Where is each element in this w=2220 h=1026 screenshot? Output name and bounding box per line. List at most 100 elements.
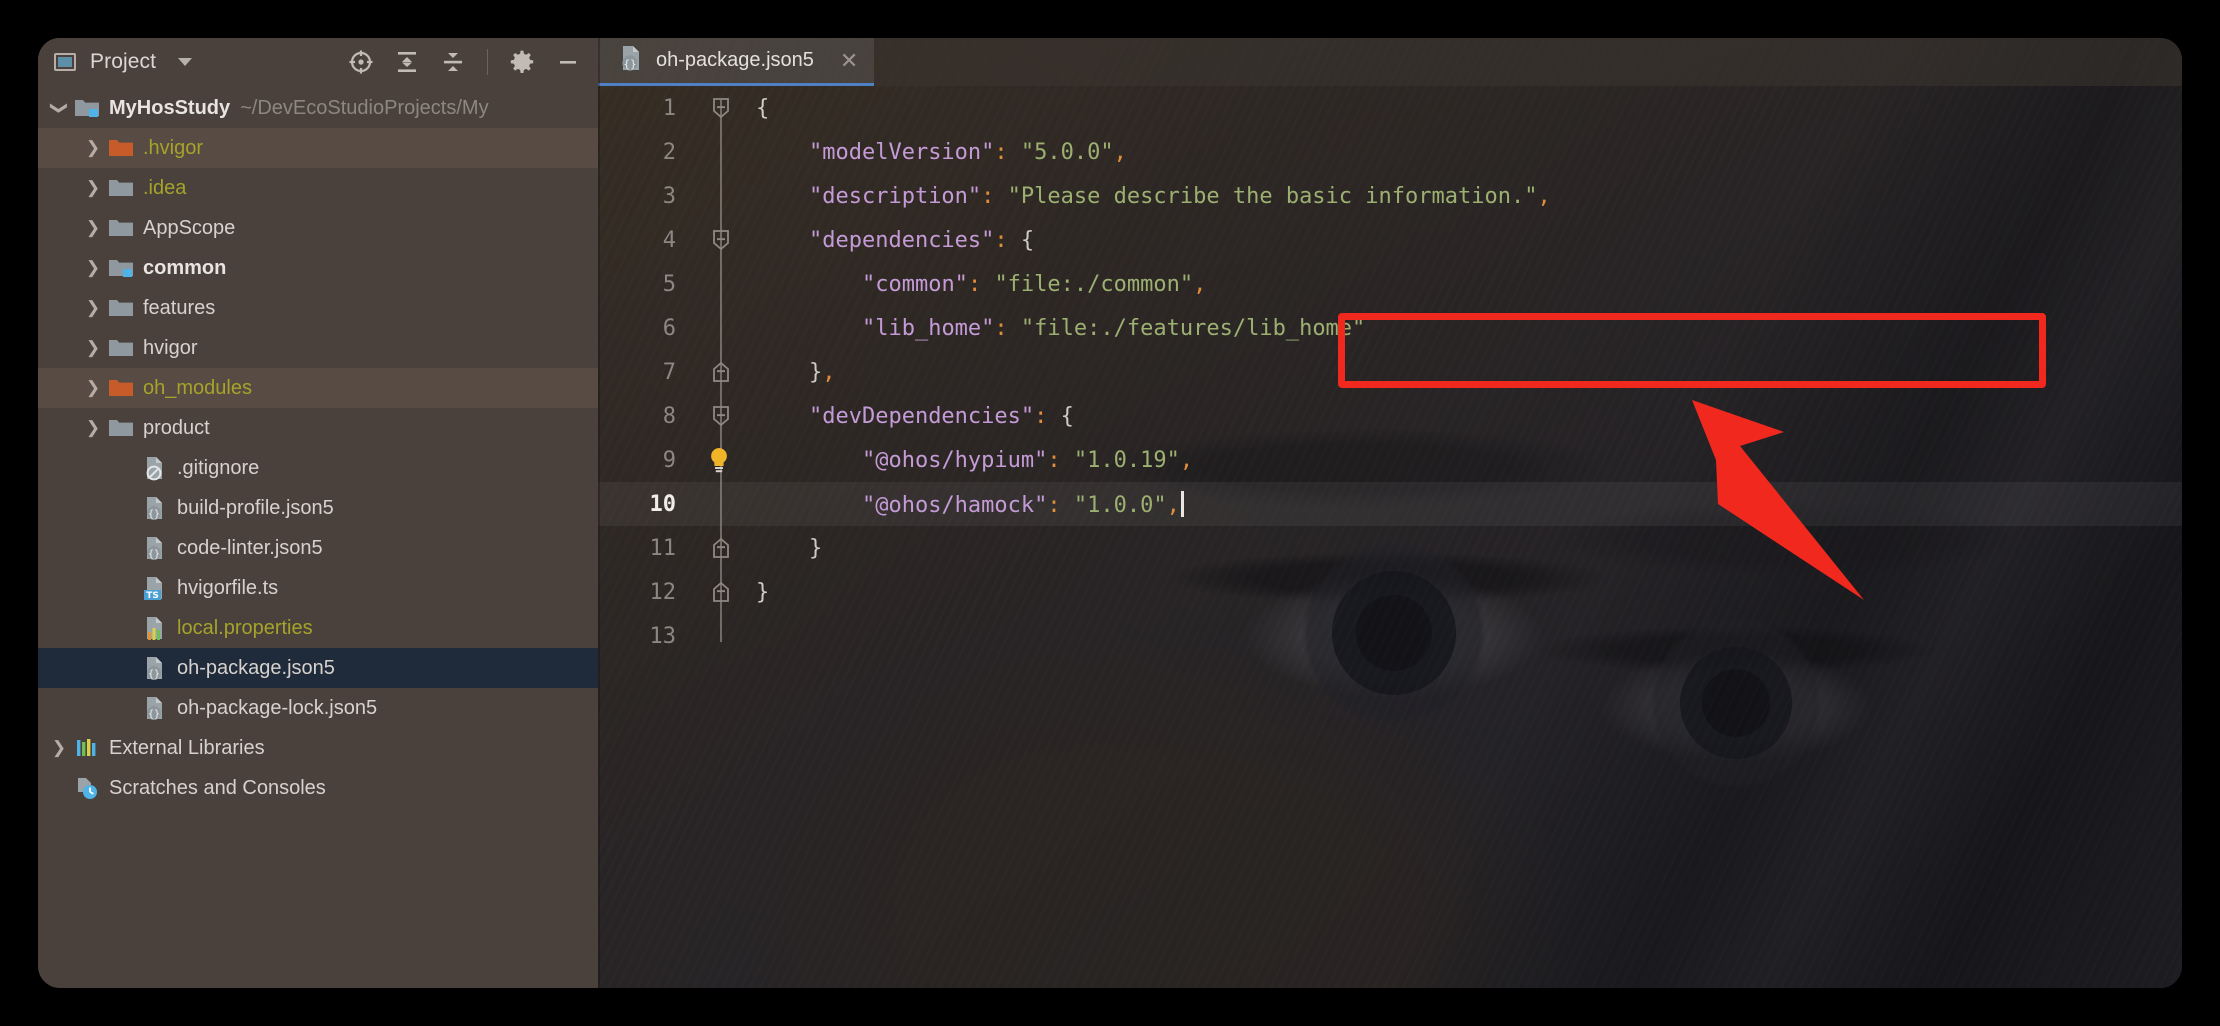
gutter-area[interactable] bbox=[694, 482, 750, 526]
svg-text:{}: {} bbox=[623, 57, 636, 70]
project-file-tree[interactable]: ❯ MyHosStudy ~/DevEcoStudioProjects/My ❯ .hv… bbox=[38, 86, 598, 988]
chevron-right-icon[interactable]: ❯ bbox=[80, 298, 106, 318]
gutter-area[interactable] bbox=[694, 394, 750, 438]
gutter-area[interactable] bbox=[694, 218, 750, 262]
gutter-area[interactable] bbox=[694, 86, 750, 130]
code-line[interactable]: 13 bbox=[598, 614, 2182, 658]
tree-file-row[interactable]: ❯ {} oh-package-lock.json5 bbox=[38, 688, 598, 728]
chevron-right-icon[interactable]: ❯ bbox=[80, 218, 106, 238]
json5-file-icon: {} bbox=[140, 655, 170, 681]
folder-icon bbox=[106, 417, 136, 439]
json5-file-icon: {} bbox=[140, 535, 170, 561]
tree-folder-row[interactable]: ❯ AppScope bbox=[38, 208, 598, 248]
tree-folder-row[interactable]: ❯ features bbox=[38, 288, 598, 328]
tree-item-label: common bbox=[143, 256, 227, 279]
tree-item-label: oh-package.json5 bbox=[177, 656, 335, 679]
tree-file-row[interactable]: ❯ Scratches and Consoles bbox=[38, 768, 598, 808]
line-number: 1 bbox=[662, 95, 676, 121]
chevron-down-icon[interactable]: ❯ bbox=[49, 95, 69, 121]
tree-folder-row[interactable]: ❯ MyHosStudy ~/DevEcoStudioProjects/My bbox=[38, 88, 598, 128]
tree-file-row[interactable]: ❯ .gitignore bbox=[38, 448, 598, 488]
hide-panel-icon[interactable] bbox=[548, 42, 588, 82]
chevron-right-icon[interactable]: ❯ bbox=[80, 138, 106, 158]
text-cursor bbox=[1180, 490, 1184, 517]
gutter-area[interactable] bbox=[694, 438, 750, 482]
tree-folder-row[interactable]: ❯ oh_modules bbox=[38, 368, 598, 408]
tree-folder-row[interactable]: ❯ .idea bbox=[38, 168, 598, 208]
code-line[interactable]: 10 "@ohos/hamock": "1.0.0", bbox=[598, 482, 2182, 526]
chevron-down-icon[interactable] bbox=[178, 58, 193, 66]
code-fold-toggle-icon[interactable] bbox=[710, 581, 732, 603]
code-fold-toggle-icon[interactable] bbox=[710, 229, 732, 251]
tree-indent-spacer: ❯ bbox=[114, 658, 140, 678]
gutter-area[interactable] bbox=[694, 306, 750, 350]
tree-indent-spacer: ❯ bbox=[114, 618, 140, 638]
gutter-area[interactable] bbox=[694, 526, 750, 570]
chevron-right-icon[interactable]: ❯ bbox=[80, 418, 106, 438]
code-line[interactable]: 5 "common": "file:./common", bbox=[598, 262, 2182, 306]
gutter-area[interactable] bbox=[694, 130, 750, 174]
code-line-text: "lib_home": "file:./features/lib_home" bbox=[861, 315, 1366, 341]
chevron-right-icon[interactable]: ❯ bbox=[80, 378, 106, 398]
sidebar-divider[interactable] bbox=[598, 38, 600, 988]
tree-folder-row[interactable]: ❯ External Libraries bbox=[38, 728, 598, 768]
tree-item-label: product bbox=[143, 416, 210, 439]
select-opened-file-icon[interactable] bbox=[341, 42, 381, 82]
tree-item-label: code-linter.json5 bbox=[177, 536, 323, 559]
folder-icon bbox=[106, 217, 136, 239]
code-fold-toggle-icon[interactable] bbox=[710, 537, 732, 559]
tab-oh-package-json5[interactable]: {} oh-package.json5 ✕ bbox=[598, 38, 875, 86]
gutter-area[interactable] bbox=[694, 570, 750, 614]
tree-file-row[interactable]: ❯ {} code-linter.json5 bbox=[38, 528, 598, 568]
code-line-text: "description": "Please describe the basi… bbox=[808, 183, 1551, 209]
tree-file-row[interactable]: ❯ {} oh-package.json5 bbox=[38, 648, 598, 688]
intention-bulb-icon[interactable] bbox=[706, 446, 732, 480]
tree-folder-row[interactable]: ❯ common bbox=[38, 248, 598, 288]
code-line[interactable]: 4 "dependencies": { bbox=[598, 218, 2182, 262]
settings-gear-icon[interactable] bbox=[502, 42, 542, 82]
collapse-all-icon[interactable] bbox=[433, 42, 473, 82]
tree-folder-row[interactable]: ❯ .hvigor bbox=[38, 128, 598, 168]
chevron-right-icon[interactable]: ❯ bbox=[80, 258, 106, 278]
line-number: 8 bbox=[662, 403, 676, 429]
code-line[interactable]: 11 } bbox=[598, 526, 2182, 570]
gitignore-file-icon bbox=[140, 455, 170, 481]
code-fold-toggle-icon[interactable] bbox=[710, 405, 732, 427]
tree-indent-spacer: ❯ bbox=[114, 578, 140, 598]
editor-tab-bar: {} oh-package.json5 ✕ bbox=[598, 38, 2182, 86]
line-number: 3 bbox=[662, 183, 676, 209]
json5-file-icon: {} bbox=[140, 495, 170, 521]
project-root-folder-icon bbox=[72, 97, 102, 119]
properties-file-icon bbox=[140, 615, 170, 641]
code-line[interactable]: 2 "modelVersion": "5.0.0", bbox=[598, 130, 2182, 174]
tree-file-row[interactable]: ❯ TS hvigorfile.ts bbox=[38, 568, 598, 608]
code-fold-toggle-icon[interactable] bbox=[710, 97, 732, 119]
code-line[interactable]: 9 "@ohos/hypium": "1.0.19", bbox=[598, 438, 2182, 482]
tree-folder-row[interactable]: ❯ hvigor bbox=[38, 328, 598, 368]
gutter-area[interactable] bbox=[694, 262, 750, 306]
excluded-folder-icon bbox=[106, 377, 136, 399]
chevron-right-icon[interactable]: ❯ bbox=[80, 338, 106, 358]
code-line[interactable]: 12} bbox=[598, 570, 2182, 614]
close-icon[interactable]: ✕ bbox=[840, 49, 858, 72]
code-editor[interactable]: 1{2 "modelVersion": "5.0.0", 3 "descripti… bbox=[598, 86, 2182, 988]
chevron-right-icon[interactable]: ❯ bbox=[46, 738, 72, 758]
tree-file-row[interactable]: ❯ local.properties bbox=[38, 608, 598, 648]
code-line[interactable]: 8 "devDependencies": { bbox=[598, 394, 2182, 438]
svg-text:{}: {} bbox=[148, 549, 160, 560]
tree-item-label: build-profile.json5 bbox=[177, 496, 334, 519]
line-number: 5 bbox=[662, 271, 676, 297]
code-fold-toggle-icon[interactable] bbox=[710, 361, 732, 383]
gutter-area[interactable] bbox=[694, 614, 750, 658]
tree-item-label: Scratches and Consoles bbox=[109, 776, 326, 799]
code-line[interactable]: 3 "description": "Please describe the ba… bbox=[598, 174, 2182, 218]
expand-all-icon[interactable] bbox=[387, 42, 427, 82]
tree-folder-row[interactable]: ❯ product bbox=[38, 408, 598, 448]
chevron-right-icon[interactable]: ❯ bbox=[80, 178, 106, 198]
folder-icon bbox=[106, 177, 136, 199]
svg-text:{}: {} bbox=[148, 709, 160, 720]
tree-file-row[interactable]: ❯ {} build-profile.json5 bbox=[38, 488, 598, 528]
code-line[interactable]: 1{ bbox=[598, 86, 2182, 130]
gutter-area[interactable] bbox=[694, 350, 750, 394]
gutter-area[interactable] bbox=[694, 174, 750, 218]
